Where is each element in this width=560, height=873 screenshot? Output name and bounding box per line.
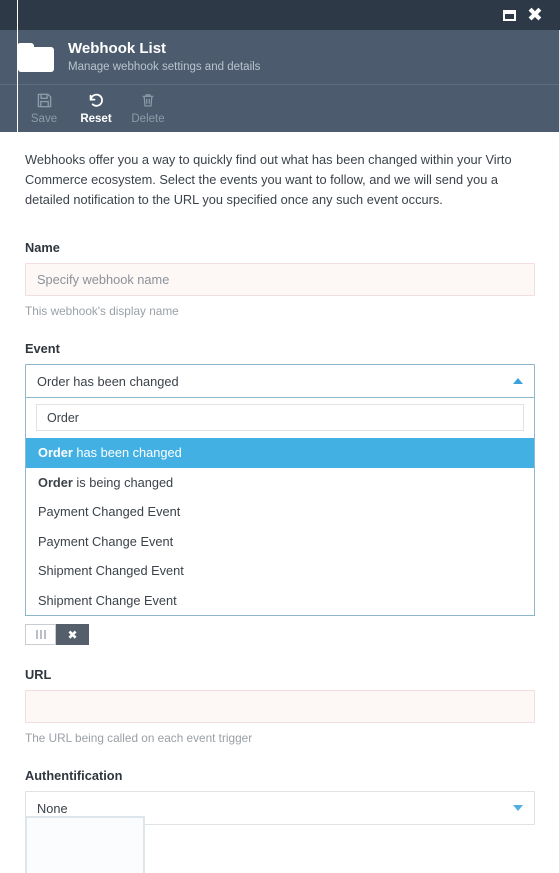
close-icon: ✖ <box>527 3 543 26</box>
maximize-icon <box>502 9 516 21</box>
page-subtitle: Manage webhook settings and details <box>68 60 261 73</box>
reset-icon <box>87 90 105 110</box>
window-title-bar: ✖ <box>0 0 560 30</box>
intro-text: Webhooks offer you a way to quickly find… <box>25 152 512 207</box>
url-label: URL <box>25 667 52 682</box>
url-hint: The URL being called on each event trigg… <box>25 731 253 745</box>
event-select: Order has been changed Order has been ch… <box>25 364 535 616</box>
clear-event-button[interactable]: ✖ <box>56 624 89 645</box>
page-title: Webhook List <box>68 39 167 57</box>
delete-button[interactable]: Delete <box>122 88 174 126</box>
save-icon <box>36 90 53 110</box>
event-label: Event <box>25 341 60 356</box>
blade-toolbar: Save Reset Delete <box>0 85 560 132</box>
event-option-label: Payment Change Event <box>38 533 174 549</box>
drag-handle-button[interactable] <box>25 624 56 645</box>
delete-button-label: Delete <box>131 113 165 125</box>
event-option[interactable]: Order has been changed <box>26 438 534 468</box>
auth-detail-panel <box>25 816 145 873</box>
drag-handle-icon <box>35 630 46 639</box>
event-option[interactable]: Shipment Changed Event <box>26 556 534 586</box>
event-option-label: Order has been changed <box>38 445 182 461</box>
auth-selected-value: None <box>37 800 68 816</box>
event-option-label: Shipment Change Event <box>38 592 177 608</box>
event-option-label: Payment Changed Event <box>38 504 181 520</box>
reset-button-label: Reset <box>80 113 112 125</box>
event-option[interactable]: Payment Change Event <box>26 527 534 557</box>
name-input[interactable] <box>25 263 535 296</box>
maximize-button[interactable] <box>496 2 522 28</box>
reset-button[interactable]: Reset <box>70 88 122 126</box>
close-button[interactable]: ✖ <box>522 2 548 28</box>
folder-icon <box>18 42 54 72</box>
name-hint: This webhook's display name <box>25 304 179 318</box>
event-field-group: Event Order has been changed Order has b… <box>25 341 535 645</box>
trash-icon <box>140 90 156 110</box>
event-action-buttons: ✖ <box>25 624 535 645</box>
event-option[interactable]: Order is being changed <box>26 468 534 498</box>
event-selected-value: Order has been changed <box>37 373 179 389</box>
event-search-row <box>26 398 534 438</box>
blade-left-rail <box>17 0 18 200</box>
save-button[interactable]: Save <box>18 88 70 126</box>
auth-label: Authentification <box>25 768 123 783</box>
url-field-group: URL The URL being called on each event t… <box>25 667 535 746</box>
chevron-down-icon <box>513 805 523 811</box>
event-option-list: Order has been changed Order is being cha… <box>26 438 534 615</box>
event-option[interactable]: Shipment Change Event <box>26 586 534 616</box>
name-label: Name <box>25 240 60 255</box>
name-field-group: Name This webhook's display name <box>25 240 535 319</box>
event-search-input[interactable] <box>36 404 524 431</box>
event-option[interactable]: Payment Changed Event <box>26 497 534 527</box>
blade-title-group: Webhook List Manage webhook settings and… <box>68 40 260 75</box>
event-option-label: Shipment Changed Event <box>38 563 184 579</box>
url-input[interactable] <box>25 690 535 723</box>
blade-header: Webhook List Manage webhook settings and… <box>0 30 560 85</box>
webhook-details-blade: ✖ Webhook List Manage webhook settings a… <box>0 0 560 873</box>
event-select-trigger[interactable]: Order has been changed <box>25 364 535 398</box>
clear-icon: ✖ <box>67 627 78 642</box>
event-dropdown: Order has been changed Order is being cha… <box>25 398 535 616</box>
blade-body: Webhooks offer you a way to quickly find… <box>0 132 560 873</box>
chevron-up-icon <box>513 378 523 384</box>
save-button-label: Save <box>30 113 58 125</box>
event-option-label: Order is being changed <box>38 474 174 490</box>
